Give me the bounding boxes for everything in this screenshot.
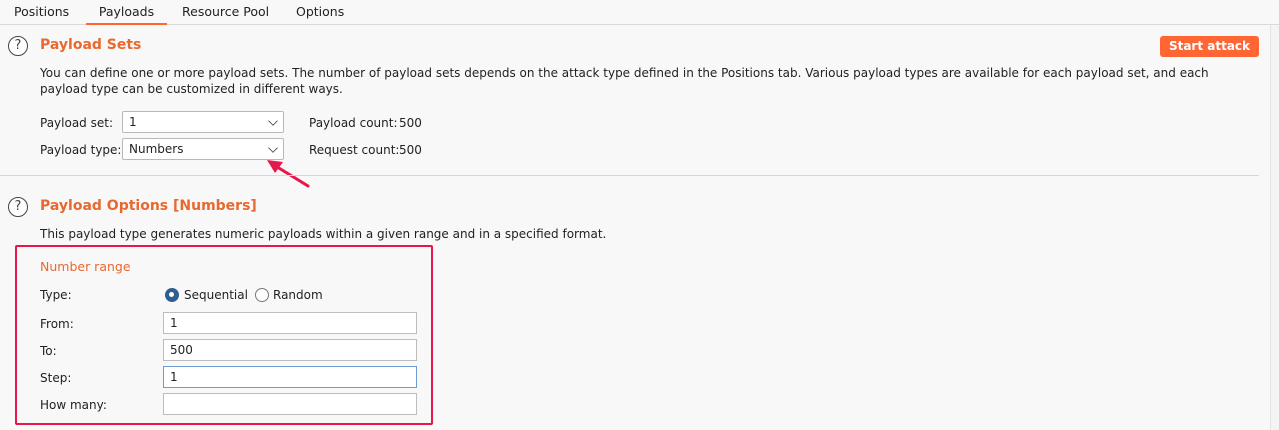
section-title-payload-options: Payload Options [Numbers] (40, 198, 257, 214)
section-title-payload-sets: Payload Sets (40, 37, 142, 53)
request-count-value: 500 (399, 143, 422, 157)
from-field[interactable]: 1 (163, 312, 417, 334)
tab-options[interactable]: Options (296, 0, 344, 25)
from-label: From: (40, 317, 74, 331)
payload-count-label: Payload count: (309, 116, 398, 130)
chevron-down-icon (268, 143, 278, 153)
section-divider (0, 175, 1259, 176)
tab-bar: Positions Payloads Resource Pool Options (0, 0, 1279, 25)
type-label: Type: (40, 288, 72, 302)
tab-resource-pool[interactable]: Resource Pool (182, 0, 269, 25)
to-field[interactable]: 500 (163, 339, 417, 361)
payload-set-select[interactable]: 1 (122, 111, 284, 133)
annotation-arrow-icon (267, 160, 310, 188)
help-icon[interactable]: ? (8, 36, 28, 56)
payload-type-value: Numbers (129, 142, 184, 156)
payload-set-value: 1 (129, 115, 137, 129)
how-many-label: How many: (40, 398, 107, 412)
payload-type-select[interactable]: Numbers (122, 138, 284, 160)
number-range-title: Number range (40, 259, 131, 274)
vertical-scrollbar[interactable] (1270, 25, 1279, 430)
payload-sets-description: You can define one or more payload sets.… (40, 66, 1209, 96)
payload-type-label: Payload type: (40, 143, 122, 157)
step-label: Step: (40, 371, 72, 385)
request-count-label: Request count: (309, 143, 400, 157)
help-icon[interactable]: ? (8, 197, 28, 217)
how-many-field[interactable] (163, 393, 417, 415)
radio-random-label[interactable]: Random (273, 287, 323, 303)
payload-count-value: 500 (399, 116, 422, 130)
tab-payloads[interactable]: Payloads (86, 0, 167, 25)
start-attack-button[interactable]: Start attack (1160, 36, 1259, 57)
radio-sequential-label[interactable]: Sequential (184, 287, 248, 303)
tab-positions[interactable]: Positions (14, 0, 69, 25)
step-field[interactable]: 1 (163, 366, 417, 388)
radio-sequential[interactable] (165, 288, 179, 302)
radio-random[interactable] (255, 288, 269, 302)
chevron-down-icon (268, 116, 278, 126)
to-label: To: (40, 344, 57, 358)
payload-options-description: This payload type generates numeric payl… (40, 227, 607, 241)
payload-set-label: Payload set: (40, 116, 113, 130)
